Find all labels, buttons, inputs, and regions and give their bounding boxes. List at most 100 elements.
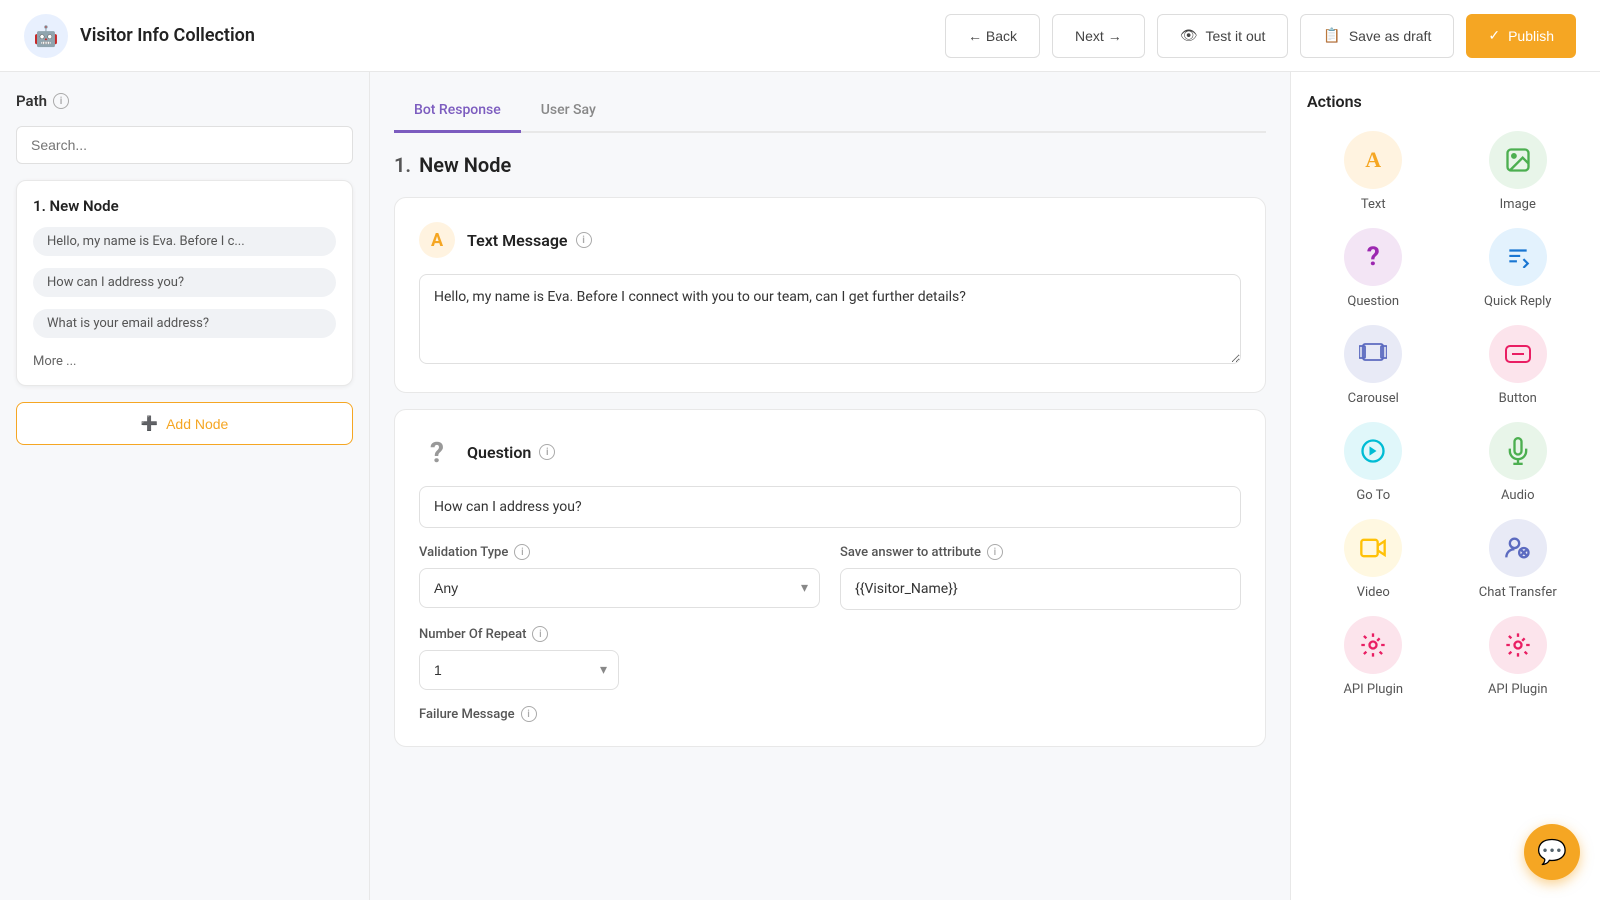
logo: 🤖 <box>24 14 68 58</box>
action-text[interactable]: AText <box>1307 131 1440 212</box>
tab-bar: Bot Response User Say <box>394 92 1266 133</box>
validation-type-select[interactable]: Any Email Number Text <box>419 568 820 608</box>
action-question-label: Question <box>1347 294 1399 309</box>
action-text-icon: A <box>1344 131 1402 189</box>
node-card-title: 1. New Node <box>33 197 336 215</box>
path-info-icon[interactable]: i <box>53 93 69 109</box>
action-button-label: Button <box>1499 391 1537 406</box>
save-answer-input[interactable] <box>840 568 1241 610</box>
header-actions: ← Back Next → 👁 Test it out 📋 Save as dr… <box>945 14 1576 58</box>
save-icon: 📋 <box>1323 27 1340 44</box>
text-icon: A <box>419 222 455 258</box>
node-card: 1. New Node Hello, my name is Eva. Befor… <box>16 180 353 386</box>
test-label: Test it out <box>1205 28 1265 44</box>
action-question[interactable]: ? Question <box>1307 228 1440 309</box>
tab-user-say[interactable]: User Say <box>521 92 616 133</box>
next-button[interactable]: Next → <box>1052 14 1145 58</box>
question-card: ? Question i Validation Type i Any <box>394 409 1266 747</box>
question-form-row: Validation Type i Any Email Number Text … <box>419 544 1241 610</box>
action-chattransfer[interactable]: Chat Transfer <box>1452 519 1585 600</box>
node-header: 1. New Node <box>394 153 1266 177</box>
node-number: 1. <box>394 153 411 177</box>
action-quickreply-icon <box>1489 228 1547 286</box>
action-chattransfer-label: Chat Transfer <box>1479 585 1557 600</box>
question-input[interactable] <box>419 486 1241 528</box>
node-name: New Node <box>419 153 511 177</box>
actions-grid: AText Image? Question Quick Reply Carousel Bu… <box>1307 131 1584 697</box>
action-goto-icon <box>1344 422 1402 480</box>
chat-bubble[interactable]: 💬 <box>1524 824 1580 880</box>
action-audio[interactable]: Audio <box>1452 422 1585 503</box>
failure-message-label: Failure Message i <box>419 706 1241 722</box>
search-input[interactable] <box>16 126 353 164</box>
action-apiplugin1-icon <box>1344 616 1402 674</box>
text-message-info-icon[interactable]: i <box>576 232 592 248</box>
question-icon: ? <box>419 434 455 470</box>
question-info-icon[interactable]: i <box>539 444 555 460</box>
validation-type-group: Validation Type i Any Email Number Text … <box>419 544 820 610</box>
validation-info-icon[interactable]: i <box>514 544 530 560</box>
action-image-label: Image <box>1500 197 1536 212</box>
main-layout: Path i 1. New Node Hello, my name is Eva… <box>0 72 1600 900</box>
chat-bubble-icon: 💬 <box>1537 838 1567 866</box>
back-button[interactable]: ← Back <box>945 14 1040 58</box>
action-carousel-label: Carousel <box>1348 391 1399 406</box>
action-image-icon <box>1489 131 1547 189</box>
eye-icon: 👁 <box>1180 27 1198 44</box>
actions-title: Actions <box>1307 92 1584 111</box>
repeat-group: Number Of Repeat i 1 2 3 ▾ <box>419 626 1241 690</box>
action-video-icon <box>1344 519 1402 577</box>
action-apiplugin2-icon <box>1489 616 1547 674</box>
action-image[interactable]: Image <box>1452 131 1585 212</box>
action-apiplugin1[interactable]: API Plugin <box>1307 616 1440 697</box>
save-draft-button[interactable]: 📋 Save as draft <box>1300 14 1454 58</box>
action-goto[interactable]: Go To <box>1307 422 1440 503</box>
save-answer-info-icon[interactable]: i <box>987 544 1003 560</box>
path-panel: Path i 1. New Node Hello, my name is Eva… <box>0 72 370 900</box>
failure-message-group: Failure Message i <box>419 706 1241 722</box>
node-message-2[interactable]: How can I address you? <box>33 268 336 297</box>
action-quickreply[interactable]: Quick Reply <box>1452 228 1585 309</box>
back-label: ← Back <box>968 28 1017 44</box>
repeat-select[interactable]: 1 2 3 <box>419 650 619 690</box>
question-title: Question i <box>467 443 555 462</box>
tab-bot-response[interactable]: Bot Response <box>394 92 521 133</box>
center-panel: Bot Response User Say 1. New Node A Text… <box>370 72 1290 900</box>
action-video-label: Video <box>1357 585 1390 600</box>
node-message-3[interactable]: What is your email address? <box>33 309 336 338</box>
node-more[interactable]: More ... <box>33 354 336 369</box>
logo-icon: 🤖 <box>34 24 59 48</box>
action-chattransfer-icon <box>1489 519 1547 577</box>
text-message-input[interactable]: Hello, my name is Eva. Before I connect … <box>419 274 1241 364</box>
header: 🤖 Visitor Info Collection ← Back Next → … <box>0 0 1600 72</box>
text-message-card: A Text Message i Hello, my name is Eva. … <box>394 197 1266 393</box>
path-title: Path i <box>16 92 353 110</box>
action-video[interactable]: Video <box>1307 519 1440 600</box>
next-label: Next → <box>1075 28 1122 44</box>
publish-button[interactable]: ✓ Publish <box>1466 14 1576 58</box>
failure-message-info-icon[interactable]: i <box>521 706 537 722</box>
action-apiplugin2-label: API Plugin <box>1488 682 1548 697</box>
add-icon: ➕ <box>141 415 158 432</box>
save-answer-group: Save answer to attribute i <box>840 544 1241 610</box>
add-node-button[interactable]: ➕ Add Node <box>16 402 353 445</box>
text-message-header: A Text Message i <box>419 222 1241 258</box>
node-message-1[interactable]: Hello, my name is Eva. Before I c... <box>33 227 336 256</box>
question-header: ? Question i <box>419 434 1241 470</box>
action-button[interactable]: Button <box>1452 325 1585 406</box>
text-message-title: Text Message i <box>467 231 592 250</box>
action-question-icon: ? <box>1344 228 1402 286</box>
action-goto-label: Go To <box>1356 488 1390 503</box>
action-carousel-icon <box>1344 325 1402 383</box>
action-carousel[interactable]: Carousel <box>1307 325 1440 406</box>
repeat-select-wrapper: 1 2 3 ▾ <box>419 650 619 690</box>
action-audio-icon <box>1489 422 1547 480</box>
repeat-info-icon[interactable]: i <box>532 626 548 642</box>
test-button[interactable]: 👁 Test it out <box>1157 14 1289 58</box>
validation-type-select-wrapper: Any Email Number Text ▾ <box>419 568 820 608</box>
action-apiplugin1-label: API Plugin <box>1343 682 1403 697</box>
action-apiplugin2[interactable]: API Plugin <box>1452 616 1585 697</box>
save-answer-label: Save answer to attribute i <box>840 544 1241 560</box>
actions-panel: Actions AText Image? Question Quick Reply Ca… <box>1290 72 1600 900</box>
repeat-label: Number Of Repeat i <box>419 626 1241 642</box>
